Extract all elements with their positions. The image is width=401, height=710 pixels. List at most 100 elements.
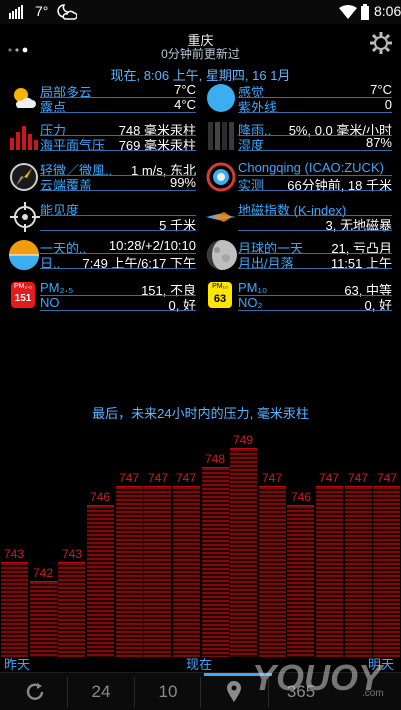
pressure-bar-label: 742 — [32, 566, 54, 580]
no2-label: NO₂ — [238, 295, 263, 310]
days-button[interactable]: 10 — [145, 682, 191, 702]
sky-circle-icon — [207, 84, 235, 112]
no-label: NO — [40, 295, 60, 310]
divider — [40, 268, 196, 269]
battery-icon — [361, 4, 369, 20]
pressure-chart[interactable]: 743 742 743 746 747 747 747 748 749 747 746 747 747 7… — [0, 415, 401, 657]
moonrise-value: 11:51 上午 — [330, 256, 392, 271]
station-name: Chongqing (ICAO:ZUCK) — [238, 160, 384, 175]
pressure-bar-label: 747 — [175, 471, 197, 485]
pressure-bar — [87, 505, 114, 657]
row-sun-moon[interactable]: 一天的.. 10:28/+2/10:10 日.. 7:49 上午/6:17 下午… — [0, 238, 401, 274]
pressure-bar-label: 747 — [118, 471, 140, 485]
divider — [40, 150, 196, 151]
location-pin-icon[interactable] — [226, 681, 242, 703]
divider — [134, 677, 135, 707]
divider — [238, 112, 392, 113]
cloud-cover-label: 云端覆盖 — [40, 178, 93, 193]
uv-value: 0 — [384, 97, 392, 112]
watermark-logo: YOUOY .com — [250, 640, 400, 700]
pressure-bar — [1, 562, 28, 657]
pm10-label: PM₁₀ — [238, 280, 268, 295]
uv-label: 紫外线 — [238, 100, 278, 115]
partly-cloudy-night-icon — [57, 4, 77, 20]
pressure-bar-label: 747 — [147, 471, 169, 485]
pressure-bar — [202, 467, 229, 657]
pressure-bar — [144, 486, 171, 657]
divider — [238, 190, 392, 191]
status-bar: 7° 8:06 — [0, 0, 401, 24]
x-label-now: 现在 — [186, 657, 213, 672]
cloud-cover-value: 99% — [169, 175, 196, 190]
k-index-value: 3, 无地磁暴 — [325, 218, 392, 233]
pressure-bars-icon — [10, 126, 38, 150]
pressure-bar — [230, 448, 257, 657]
divider — [238, 150, 392, 151]
divider — [40, 230, 196, 231]
pressure-bar — [373, 486, 400, 657]
pressure-bar — [345, 486, 372, 657]
no2-value: 0, 好 — [364, 298, 392, 313]
day-length-value: 10:28/+2/10:10 — [108, 238, 196, 253]
no-value: 0, 好 — [168, 298, 196, 313]
hours-button[interactable]: 24 — [78, 682, 124, 702]
humidity-label: 湿度 — [238, 138, 265, 153]
divider — [67, 677, 68, 707]
visibility-crosshair-icon — [10, 202, 40, 232]
humidity-value: 87% — [365, 135, 392, 150]
row-conditions[interactable]: 局部多云 7°C 露点 4°C 感觉 7°C 紫外线 0 — [0, 82, 401, 118]
geomagnetic-icon — [206, 212, 236, 222]
status-time: 8:06 — [374, 3, 401, 19]
sea-level-pressure-value: 769 毫米汞柱 — [118, 138, 196, 153]
status-temperature: 7° — [35, 3, 49, 19]
observed-value: 66分钟前, 18 千米 — [287, 178, 392, 193]
feels-like-value: 7°C — [370, 82, 392, 97]
divider — [200, 677, 201, 707]
weather-app: 7° 8:06 重庆 0分钟前更新过 现在, 8:06 上午, 星期四, 16 … — [0, 0, 401, 710]
pressure-bar-label: 743 — [3, 547, 25, 561]
sun-value: 7:49 上午/6:17 下午 — [82, 256, 196, 271]
moonrise-label: 月出/月落 — [238, 256, 294, 271]
pressure-bar-label: 746 — [89, 490, 111, 504]
pressure-bar — [116, 486, 143, 657]
precipitation-bars-icon — [208, 122, 234, 150]
station-icon — [206, 162, 236, 192]
pressure-bar — [173, 486, 200, 657]
divider — [40, 310, 196, 311]
pressure-bar — [316, 486, 343, 657]
divider — [40, 112, 196, 113]
pm25-badge-value: 151 — [14, 293, 32, 304]
x-label-yesterday: 昨天 — [4, 657, 31, 672]
sea-level-pressure-label: 海平面气压 — [40, 138, 106, 153]
signal-bars-icon — [9, 5, 23, 19]
pressure-bar — [259, 486, 286, 657]
temperature-value: 7°C — [174, 82, 196, 97]
dew-point-value: 4°C — [174, 97, 196, 112]
row-wind[interactable]: 轻微／微風.. 1 m/s, 东北 云端覆盖 99% Chongqing (IC… — [0, 160, 401, 196]
gear-icon[interactable] — [369, 31, 393, 55]
divider — [40, 190, 196, 191]
dew-point-label: 露点 — [40, 100, 67, 115]
pressure-bar — [30, 581, 57, 657]
moon-phase-icon — [207, 240, 237, 270]
refresh-icon[interactable] — [24, 681, 46, 703]
pressure-bar-label: 748 — [204, 452, 226, 466]
update-status: 0分钟前更新过 — [161, 47, 240, 61]
pressure-bar-label: 747 — [376, 471, 398, 485]
pm10-badge-title: PM₁₀ — [212, 283, 228, 290]
row-pressure[interactable]: 压力 748 毫米汞柱 海平面气压 769 毫米汞柱 降雨.. 5%, 0.0 … — [0, 120, 401, 156]
observed-label: 实测 — [238, 178, 265, 193]
pressure-bar — [287, 505, 314, 657]
sunrise-sunset-icon — [9, 240, 39, 270]
row-visibility[interactable]: 能见度 5 千米 地磁指数 (K-index) 3, 无地磁暴 — [0, 200, 401, 236]
visibility-label: 能见度 — [40, 203, 80, 218]
visibility-value: 5 千米 — [159, 218, 196, 233]
pressure-bar — [58, 562, 85, 657]
wind-compass-icon — [10, 163, 38, 191]
row-air-quality[interactable]: PM₂.₅ 151 PM₂.₅ 151, 不良 NO 0, 好 PM₁₀ 63 … — [0, 280, 401, 316]
pressure-bar-label: 747 — [347, 471, 369, 485]
pm10-badge-value: 63 — [213, 293, 227, 305]
pm10-badge: PM₁₀ 63 — [208, 282, 232, 308]
divider — [238, 230, 392, 231]
divider — [238, 310, 392, 311]
